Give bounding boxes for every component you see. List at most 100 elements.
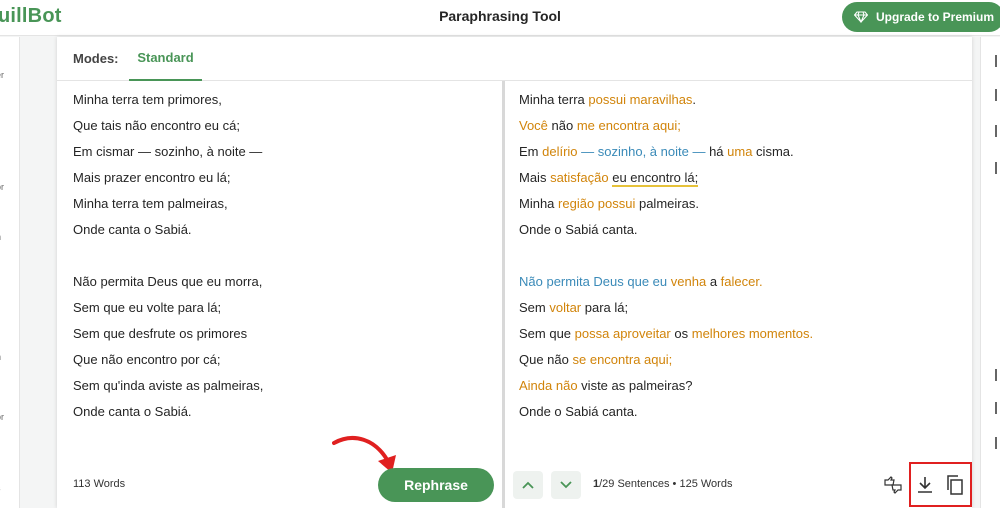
output-text: Mais [519,170,551,185]
sidebar-icon[interactable] [995,55,1000,67]
input-text-area[interactable]: Minha terra tem primores, Que tais não en… [73,87,493,425]
input-line: Que não encontro por cá; [73,352,221,367]
input-line: Não permita Deus que eu morra, [73,274,263,289]
output-line[interactable]: Ainda não viste as palmeiras? [519,373,959,399]
output-text: os [670,326,692,341]
synonym-word[interactable]: voltar [549,300,581,315]
output-text: há [705,144,728,159]
feedback-button[interactable] [882,474,904,496]
output-text: . [692,92,697,107]
output-text-area[interactable]: Minha terra possui maravilhas. Você não m… [519,87,959,425]
left-sidebar: er r or n n or s [0,37,20,508]
output-line[interactable]: Sem voltar para lá; [519,295,959,321]
status-bullet: • [672,478,677,490]
output-text: para lá; [581,300,629,315]
output-text: Que não [519,352,573,367]
pane-divider[interactable] [502,81,505,508]
output-text: Sem que [519,326,575,341]
modes-label: Modes: [73,51,119,66]
paraphraser-card: Modes: Standard Minha terra tem primores… [57,37,972,508]
tab-standard[interactable]: Standard [129,37,202,81]
synonym-word[interactable]: possui maravilhas [588,92,692,107]
input-line: Minha terra tem palmeiras, [73,196,228,211]
sidebar-item[interactable]: s [0,483,1,493]
input-line: Sem que desfrute os primores [73,326,248,341]
synonym-word[interactable]: uma [727,144,752,159]
output-text: Minha terra [519,92,589,107]
output-word-count: 125 Words [679,478,733,490]
structure-change[interactable]: — sozinho, à noite — [578,144,705,159]
sidebar-icon[interactable] [995,162,1000,174]
suggestion-underline[interactable]: eu encontro lá; [612,170,699,187]
input-line: Onde canta o Sabiá. [73,222,192,237]
chevron-up-icon [522,481,534,489]
output-line[interactable]: Onde o Sabiá canta. [519,399,959,425]
structure-change[interactable]: Não permita Deus que eu [519,274,667,289]
sidebar-item[interactable]: er [0,70,4,80]
output-line[interactable]: Onde o Sabiá canta. [519,217,959,243]
upgrade-label: Upgrade to Premium [876,10,995,24]
synonym-word[interactable]: falecer. [721,274,763,289]
output-line[interactable]: Você não me encontra aqui; [519,113,959,139]
sidebar-item[interactable]: n [0,352,1,362]
synonym-word[interactable]: Você [519,118,548,133]
output-line[interactable]: Minha região possui palmeiras. [519,191,959,217]
thumbs-up-down-icon [884,476,902,494]
input-line: Sem qu'inda aviste as palmeiras, [73,378,264,393]
previous-sentence-button[interactable] [513,471,543,499]
modes-bar: Modes: Standard [57,37,972,81]
sentence-total: /29 Sentences [599,478,670,490]
sidebar-item[interactable]: or [0,412,4,422]
chevron-down-icon [560,481,572,489]
sidebar-icon[interactable] [995,89,1000,101]
output-text: Minha [519,196,559,211]
output-line[interactable] [519,243,959,269]
output-line[interactable]: Não permita Deus que eu venha a falecer. [519,269,959,295]
output-text: viste as palmeiras? [577,378,693,393]
top-bar: uillBot Paraphrasing Tool Upgrade to Pre… [0,0,1000,36]
sidebar-icon[interactable] [995,369,1000,381]
next-sentence-button[interactable] [551,471,581,499]
output-text: Onde o Sabiá canta. [519,404,638,419]
synonym-word[interactable]: me encontra aqui; [577,118,681,133]
upgrade-button[interactable]: Upgrade to Premium [842,2,1000,32]
synonym-word[interactable]: delírio [542,144,577,159]
output-line[interactable]: Em delírio — sozinho, à noite — há uma c… [519,139,959,165]
right-sidebar [980,37,1000,508]
output-status: 1/29 Sentences • 125 Words [593,478,732,490]
output-line[interactable]: Que não se encontra aqui; [519,347,959,373]
synonym-word[interactable]: satisfação [550,170,609,185]
input-line: Minha terra tem primores, [73,92,222,107]
sidebar-item[interactable]: or [0,182,4,192]
sidebar-icon[interactable] [995,437,1000,449]
output-text: a [706,274,721,289]
input-line: Mais prazer encontro eu lá; [73,170,231,185]
input-line [73,243,493,269]
input-word-count: 113 Words [73,478,126,490]
synonym-word[interactable]: melhores momentos. [692,326,813,341]
output-line[interactable]: Sem que possa aproveitar os melhores mom… [519,321,959,347]
input-line: Que tais não encontro eu cá; [73,118,240,133]
output-text: Sem [519,300,550,315]
rephrase-button[interactable]: Rephrase [378,468,494,502]
diamond-icon [854,11,868,23]
annotation-highlight-box [909,462,972,507]
input-line: Em cismar — sozinho, à noite — [73,144,263,159]
sidebar-icon[interactable] [995,125,1000,137]
synonym-word[interactable]: região possui [558,196,635,211]
synonym-word[interactable]: possa aproveitar [575,326,671,341]
synonym-word[interactable]: se encontra aqui; [573,352,673,367]
output-text: Em [519,144,543,159]
synonym-word[interactable]: venha [671,274,706,289]
output-text: cisma. [752,144,794,159]
sidebar-icon[interactable] [995,402,1000,414]
input-line: Sem que eu volte para lá; [73,300,222,315]
input-line: Onde canta o Sabiá. [73,404,192,419]
output-text: palmeiras. [635,196,699,211]
output-text: Onde o Sabiá canta. [519,222,638,237]
output-text: não [547,118,577,133]
output-line[interactable]: Minha terra possui maravilhas. [519,87,959,113]
sidebar-item[interactable]: n [0,232,1,242]
output-line[interactable]: Mais satisfação eu encontro lá; [519,165,959,191]
synonym-word[interactable]: Ainda não [519,378,578,393]
